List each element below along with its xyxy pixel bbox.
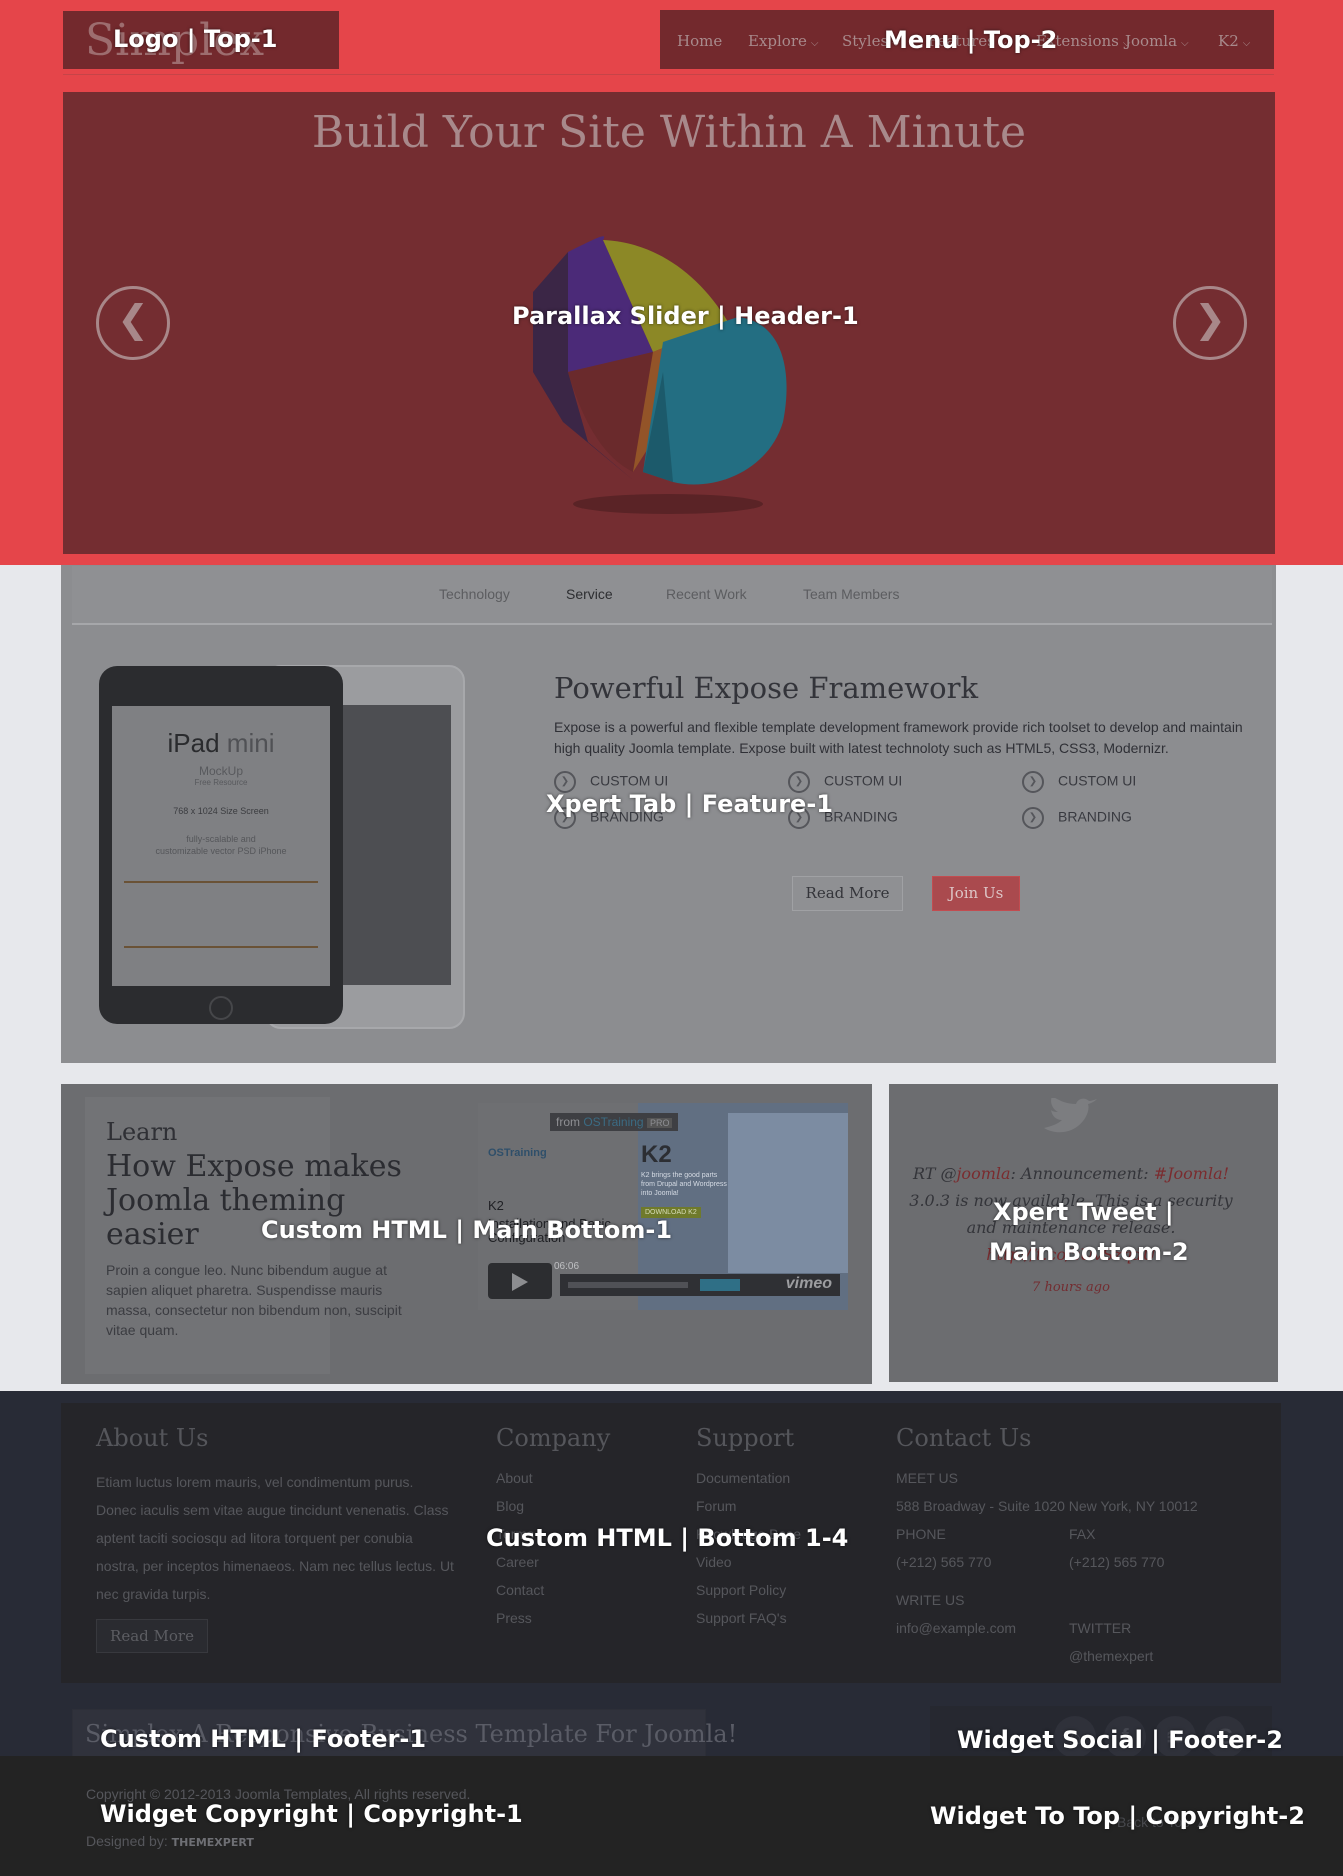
designed-by-label: Designed by: (86, 1833, 168, 1849)
tweet-mid: : Announcement: (1010, 1164, 1154, 1183)
about-text: Etiam luctus lorem mauris, vel condiment… (96, 1474, 454, 1602)
list-label: CUSTOM UI (824, 772, 903, 789)
feature-tab-bar: Technology Service Recent Work Team Memb… (72, 566, 1272, 625)
ipad-desc-1: fully-scalable and (186, 834, 256, 844)
position-label-copy1: Widget Copyright | Copyright-1 (100, 1800, 523, 1828)
email-link[interactable]: info@example.com (896, 1620, 1016, 1636)
list-label: CUSTOM UI (1058, 772, 1137, 789)
k2-logo: K2 (641, 1141, 672, 1168)
overlay (0, 0, 1343, 565)
footer-link-documentation[interactable]: Documentation (696, 1470, 790, 1486)
ipad-black-screen: iPad mini MockUp Free Resource 768 x 102… (112, 706, 330, 986)
home-button (209, 996, 233, 1020)
footer-link-support-policy[interactable]: Support Policy (696, 1582, 786, 1598)
tweet-hashtag-link[interactable]: #Joomla! (1154, 1164, 1229, 1183)
footer-link-contact[interactable]: Contact (496, 1582, 544, 1598)
meet-us-label: MEET US (896, 1470, 958, 1486)
video-control-bar[interactable]: vimeo (560, 1274, 840, 1296)
footer-link-video[interactable]: Video (696, 1554, 732, 1570)
tweet-handle-link[interactable]: joomla (956, 1164, 1010, 1183)
footer-link-forum[interactable]: Forum (696, 1498, 736, 1514)
footer-link-career[interactable]: Career (496, 1554, 539, 1570)
twitter-label: TWITTER (1069, 1620, 1132, 1636)
fax-value: (+212) 565 770 (1069, 1554, 1165, 1570)
read-more-button[interactable]: Read More (792, 876, 903, 911)
video-from-badge: from OSTraining PRO (550, 1113, 679, 1131)
contact-title: Contact Us (896, 1424, 1032, 1452)
themexpert-logo[interactable]: THEMEXPERT (172, 1836, 254, 1849)
join-us-button[interactable]: Join Us (932, 876, 1020, 911)
video-screenshot (728, 1113, 848, 1273)
play-button[interactable] (488, 1263, 552, 1299)
tweet-timestamp[interactable]: 7 hours ago (905, 1280, 1237, 1295)
tab-service[interactable]: Service (566, 586, 613, 602)
phone-label: PHONE (896, 1526, 946, 1542)
support-title: Support (696, 1424, 795, 1452)
feature-list-item: ❯ BRANDING (1022, 807, 1132, 829)
k2-tagline: K2 brings the good parts from Drupal and… (641, 1172, 727, 1197)
position-label-mb2-2: Main Bottom-2 (989, 1238, 1189, 1266)
ipad-desc-2: customizable vector PSD iPhone (155, 846, 287, 856)
vimeo-logo[interactable]: vimeo (786, 1275, 832, 1293)
position-label-footer1: Custom HTML | Footer-1 (100, 1725, 427, 1753)
channel-link[interactable]: OSTraining (583, 1115, 643, 1129)
tab-technology[interactable]: Technology (439, 586, 510, 602)
volume-icon[interactable] (700, 1279, 740, 1291)
position-label-copy2: Widget To Top | Copyright-2 (930, 1802, 1305, 1830)
video-player[interactable]: from OSTraining PRO OSTraining K2 K2 bri… (478, 1103, 848, 1310)
twitter-handle-link[interactable]: @themexpert (1069, 1648, 1153, 1664)
video-brand: OSTraining (488, 1147, 547, 1159)
ipad-title: iPad mini (112, 728, 330, 759)
company-title: Company (496, 1424, 611, 1452)
position-label-slider: Parallax Slider | Header-1 (512, 302, 859, 330)
footer-link-press[interactable]: Press (496, 1610, 532, 1626)
ipad-model: mini (226, 728, 275, 758)
chevron-right-icon: ❯ (1022, 771, 1044, 793)
video-title-1: K2 (488, 1198, 504, 1213)
phone-value: (+212) 565 770 (896, 1554, 992, 1570)
fax-label: FAX (1069, 1526, 1096, 1542)
position-label-bottom: Custom HTML | Bottom 1-4 (486, 1524, 849, 1552)
position-label-menu: Menu | Top-2 (884, 26, 1058, 54)
footer-link-blog[interactable]: Blog (496, 1498, 524, 1514)
about-read-more-button[interactable]: Read More (96, 1619, 208, 1653)
shelf (124, 881, 318, 883)
shelf (124, 946, 318, 948)
write-us-label: WRITE US (896, 1592, 965, 1608)
feature-description: Expose is a powerful and flexible templa… (554, 719, 1243, 756)
position-label-footer2: Widget Social | Footer-2 (957, 1726, 1283, 1754)
tab-recent-work[interactable]: Recent Work (666, 586, 747, 602)
position-label-logo: Logo | Top-1 (113, 25, 278, 53)
twitter-bird-icon (1040, 1096, 1100, 1142)
position-label-mb1: Custom HTML | Main Bottom-1 (261, 1216, 673, 1244)
tab-team-members[interactable]: Team Members (803, 586, 899, 602)
list-label: BRANDING (824, 808, 898, 825)
list-label: BRANDING (1058, 808, 1132, 825)
ipad-black-illustration: iPad mini MockUp Free Resource 768 x 102… (99, 666, 343, 1024)
designed-by: Designed by: THEMEXPERT (86, 1833, 254, 1849)
tweet-prefix: RT @ (912, 1164, 957, 1183)
learn-label: Learn (106, 1118, 178, 1146)
video-duration: 06:06 (554, 1261, 580, 1272)
address: 588 Broadway - Suite 1020 New York, NY 1… (896, 1498, 1198, 1514)
list-label: CUSTOM UI (590, 772, 669, 789)
ipad-size-label: 768 x 1024 Size Screen (173, 806, 269, 816)
feature-title: Powerful Expose Framework (554, 671, 979, 705)
footer-link-about[interactable]: About (496, 1470, 533, 1486)
progress-track[interactable] (568, 1282, 688, 1288)
ipad-brand: iPad (167, 728, 220, 758)
chevron-right-icon: ❯ (1022, 807, 1044, 829)
ipad-mockup-label: MockUp (198, 764, 243, 778)
about-title: About Us (96, 1424, 209, 1452)
footer-link-support-faq[interactable]: Support FAQ's (696, 1610, 787, 1626)
from-label: from (556, 1115, 580, 1129)
pro-badge: PRO (646, 1118, 673, 1128)
play-icon (512, 1273, 528, 1291)
position-label-feature: Xpert Tab | Feature-1 (546, 790, 833, 818)
position-label-mb2-1: Xpert Tweet | (993, 1198, 1174, 1226)
ipad-free-label: Free Resource (194, 778, 248, 787)
feature-list-item: ❯ CUSTOM UI (1022, 771, 1136, 793)
learn-description: Proin a congue leo. Nunc bibendum augue … (106, 1262, 402, 1338)
